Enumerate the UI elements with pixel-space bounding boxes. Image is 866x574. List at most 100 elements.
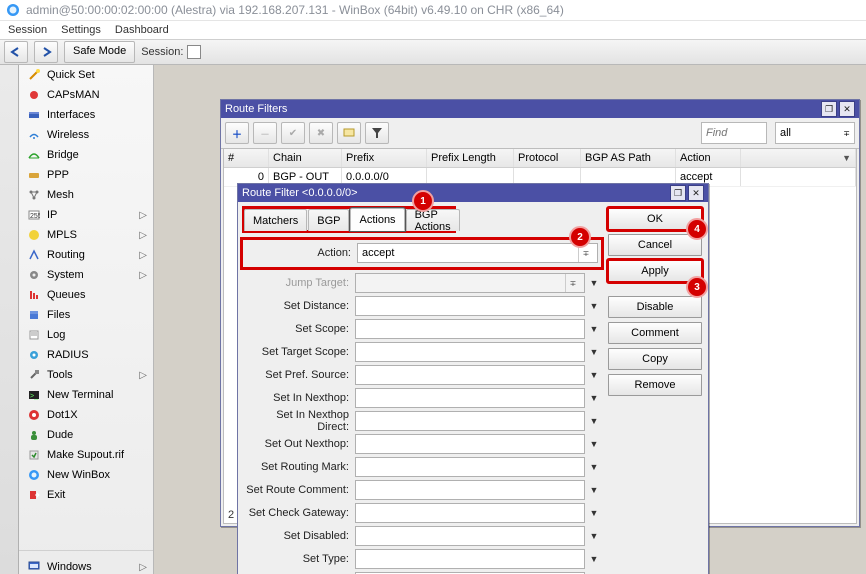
input-type[interactable] (355, 549, 585, 569)
label-route-comment: Set Route Comment: (244, 484, 355, 496)
sidebar-item-files[interactable]: Files (19, 305, 153, 325)
col-prefix-length[interactable]: Prefix Length (427, 149, 514, 167)
input-action[interactable]: accept ∓ (357, 243, 598, 263)
sidebar-item-dude[interactable]: Dude (19, 425, 153, 445)
sidebar-item-label: Queues (47, 289, 86, 301)
filter-button[interactable] (365, 122, 389, 144)
sidebar-item-make-supout-rif[interactable]: Make Supout.rif (19, 445, 153, 465)
window-close-icon[interactable]: ✕ (688, 185, 704, 201)
sidebar-item-radius[interactable]: RADIUS (19, 345, 153, 365)
expand-icon[interactable]: ▼ (588, 324, 600, 334)
dropdown-icon[interactable]: ∓ (565, 274, 580, 292)
input-distance[interactable] (355, 296, 585, 316)
sidebar-item-new-winbox[interactable]: New WinBox (19, 465, 153, 485)
expand-icon[interactable]: ▼ (588, 416, 600, 426)
input-disabled[interactable] (355, 526, 585, 546)
sidebar-item-quick-set[interactable]: Quick Set (19, 65, 153, 85)
remove-button[interactable]: Remove (608, 374, 702, 396)
undo-button[interactable] (4, 41, 28, 63)
term-icon: >_ (27, 388, 41, 402)
sidebar-item-mpls[interactable]: MPLS▷ (19, 225, 153, 245)
remove-button[interactable]: － (253, 122, 277, 144)
sidebar-item-new-terminal[interactable]: >_New Terminal (19, 385, 153, 405)
sidebar-item-bridge[interactable]: Bridge (19, 145, 153, 165)
col-bgp-as[interactable]: BGP AS Path (581, 149, 676, 167)
sidebar-item-wireless[interactable]: Wireless (19, 125, 153, 145)
col-number[interactable]: # (224, 149, 269, 167)
tab-matchers[interactable]: Matchers (244, 209, 307, 231)
menu-settings[interactable]: Settings (61, 24, 101, 36)
expand-icon[interactable]: ▼ (588, 508, 600, 518)
callout-2: 2 (569, 226, 591, 248)
expand-icon[interactable]: ▼ (588, 278, 600, 288)
sidebar-item-queues[interactable]: Queues (19, 285, 153, 305)
input-in-nexthop[interactable] (355, 388, 585, 408)
comment-button[interactable]: Comment (608, 322, 702, 344)
cell-spacer (741, 168, 856, 186)
input-route-comment[interactable] (355, 480, 585, 500)
expand-icon[interactable]: ▼ (588, 301, 600, 311)
expand-icon[interactable]: ▼ (588, 462, 600, 472)
sidebar-item-dot1x[interactable]: Dot1X (19, 405, 153, 425)
sidebar-item-label: Routing (47, 249, 85, 261)
expand-icon[interactable]: ▼ (588, 393, 600, 403)
add-button[interactable]: ＋ (225, 122, 249, 144)
redo-button[interactable] (34, 41, 58, 63)
expand-icon[interactable]: ▼ (588, 370, 600, 380)
sidebar-item-windows[interactable]: Windows ▷ (19, 557, 153, 574)
tab-bgp[interactable]: BGP (308, 209, 349, 231)
input-scope[interactable] (355, 319, 585, 339)
col-prefix[interactable]: Prefix (342, 149, 427, 167)
dialog-titlebar[interactable]: Route Filter <0.0.0.0/0> ❐ ✕ (238, 184, 708, 202)
input-routing-mark[interactable] (355, 457, 585, 477)
col-protocol[interactable]: Protocol (514, 149, 581, 167)
filter-scope-select[interactable]: all ∓ (775, 122, 855, 144)
sidebar-item-exit[interactable]: Exit (19, 485, 153, 505)
sidebar-item-mesh[interactable]: Mesh (19, 185, 153, 205)
sidebar-item-label: Quick Set (47, 69, 95, 81)
sidebar-item-log[interactable]: Log (19, 325, 153, 345)
expand-icon[interactable]: ▼ (588, 554, 600, 564)
expand-icon[interactable]: ▼ (588, 347, 600, 357)
col-chain[interactable]: Chain (269, 149, 342, 167)
route-filters-titlebar[interactable]: Route Filters ❐ ✕ (221, 100, 859, 118)
session-checkbox[interactable] (187, 45, 201, 59)
sidebar-item-capsman[interactable]: CAPsMAN (19, 85, 153, 105)
col-action[interactable]: Action (676, 149, 741, 167)
label-in-nexthop-direct: Set In Nexthop Direct: (244, 409, 355, 433)
input-pref-source[interactable] (355, 365, 585, 385)
sidebar-item-tools[interactable]: Tools▷ (19, 365, 153, 385)
chevron-down-icon[interactable]: ▼ (842, 153, 851, 163)
window-restore-icon[interactable]: ❐ (670, 185, 686, 201)
window-restore-icon[interactable]: ❐ (821, 101, 837, 117)
tab-actions[interactable]: Actions (350, 208, 404, 231)
windows-icon (27, 560, 41, 574)
window-close-icon[interactable]: ✕ (839, 101, 855, 117)
disable-button[interactable]: ✖ (309, 122, 333, 144)
comment-button[interactable] (337, 122, 361, 144)
copy-button[interactable]: Copy (608, 348, 702, 370)
sidebar-item-ppp[interactable]: PPP (19, 165, 153, 185)
route-filters-title: Route Filters (225, 100, 287, 118)
expand-icon[interactable]: ▼ (588, 531, 600, 541)
tab-bgp-actions[interactable]: BGP Actions (406, 209, 460, 231)
input-out-nexthop[interactable] (355, 434, 585, 454)
sidebar-item-system[interactable]: System▷ (19, 265, 153, 285)
find-input[interactable] (701, 122, 767, 144)
sidebar-item-routing[interactable]: Routing▷ (19, 245, 153, 265)
sidebar-item-interfaces[interactable]: Interfaces (19, 105, 153, 125)
enable-button[interactable]: ✔ (281, 122, 305, 144)
input-in-nexthop-direct[interactable] (355, 411, 585, 431)
sidebar-item-ip[interactable]: 255IP▷ (19, 205, 153, 225)
menu-dashboard[interactable]: Dashboard (115, 24, 169, 36)
cancel-button[interactable]: Cancel (608, 234, 702, 256)
disable-button[interactable]: Disable (608, 296, 702, 318)
input-check-gateway[interactable] (355, 503, 585, 523)
expand-icon[interactable]: ▼ (588, 439, 600, 449)
input-jump[interactable]: ∓ (355, 273, 585, 293)
menu-session[interactable]: Session (8, 24, 47, 36)
input-target-scope[interactable] (355, 342, 585, 362)
expand-icon[interactable]: ▼ (588, 485, 600, 495)
safe-mode-button[interactable]: Safe Mode (64, 41, 135, 63)
route-icon (27, 248, 41, 262)
